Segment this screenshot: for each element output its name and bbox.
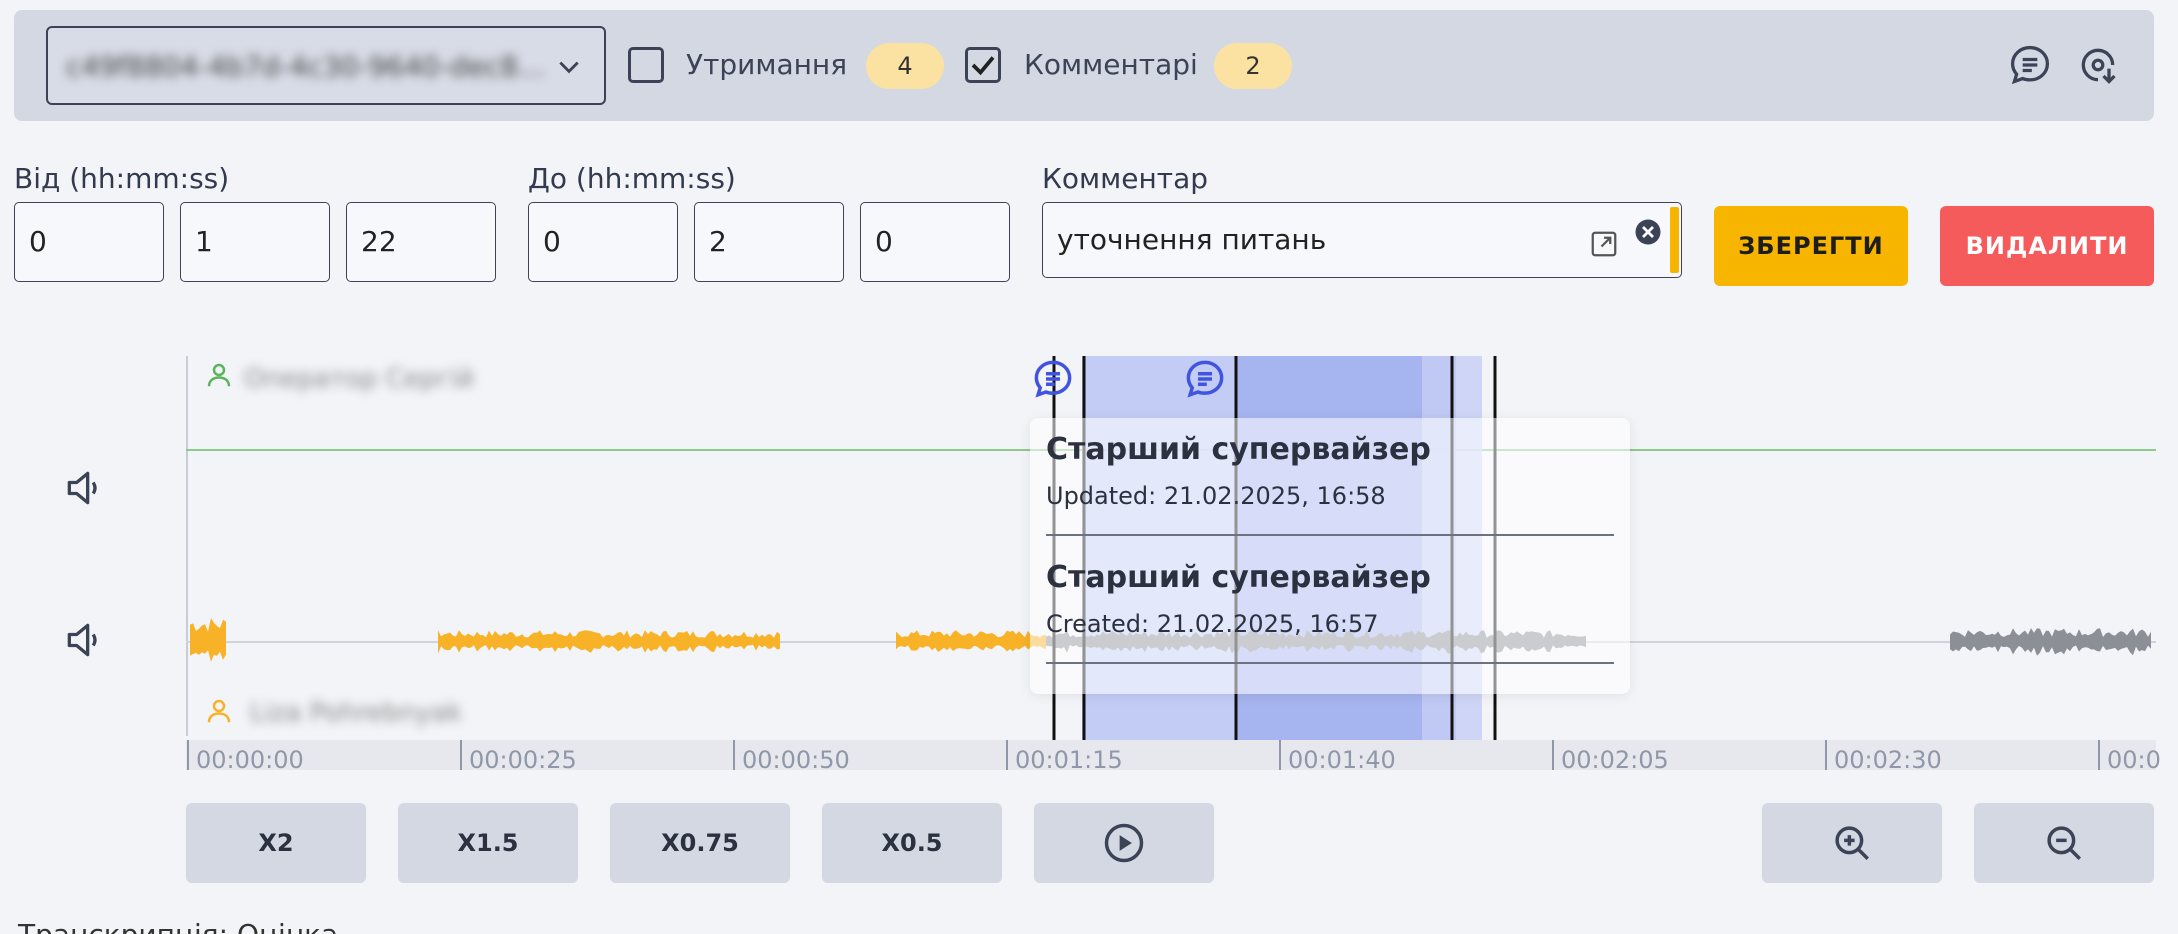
comment-label: Комментар [1042, 162, 1209, 195]
popup-item2-title: Старший супервайзер [1046, 560, 1431, 595]
to-time-label: До (hh:mm:ss) [528, 162, 736, 195]
zoom-out-icon [2047, 826, 2081, 860]
speaker-bottom-icon[interactable] [62, 618, 106, 662]
timeline[interactable]: 00:00:00 00:00:25 00:00:50 00:01:15 00:0… [186, 740, 2161, 774]
comment-marker-icon[interactable] [1032, 358, 1074, 400]
zoom-in-button[interactable] [1762, 803, 1942, 883]
play-button[interactable] [1034, 803, 1214, 883]
to-hours-input[interactable]: 0 [528, 202, 678, 282]
popup-item1-title: Старший супервайзер [1046, 432, 1431, 467]
comments-count-badge: 2 [1214, 43, 1292, 89]
comment-input[interactable]: уточнення питань [1042, 202, 1682, 278]
holds-checkbox[interactable] [628, 47, 664, 83]
save-button[interactable]: ЗБЕРЕГТИ [1714, 206, 1908, 286]
transcription-heading: Транскрипція: Оцінка [18, 918, 338, 934]
timeline-tick-label: 00:01:40 [1288, 746, 1396, 774]
speed-x0-75-button[interactable]: X0.75 [610, 803, 790, 883]
comment-marker-icon[interactable] [1184, 358, 1226, 400]
speaker-top-icon[interactable] [62, 466, 106, 510]
from-hours-input[interactable]: 0 [14, 202, 164, 282]
holds-label: Утримання [686, 48, 848, 81]
zoom-in-icon [1835, 826, 1869, 860]
speed-x2-button[interactable]: X2 [186, 803, 366, 883]
timeline-tick-label: 00:00:25 [469, 746, 577, 774]
download-audio-icon[interactable] [2076, 43, 2120, 87]
timeline-tick-label: 00:00:00 [196, 746, 304, 774]
comments-checkbox[interactable] [965, 47, 1001, 83]
waveform-orange-path [190, 618, 1046, 662]
comments-popup: Старший супервайзер Updated: 21.02.2025,… [1030, 418, 1630, 694]
speed-x0-5-button[interactable]: X0.5 [822, 803, 1002, 883]
person-icon-top [207, 363, 231, 387]
holds-count-badge: 4 [866, 43, 944, 89]
timeline-tick-label: 00:0 [2107, 746, 2161, 774]
timeline-tick-label: 00:02:30 [1834, 746, 1942, 774]
popup-separator [1046, 534, 1614, 536]
from-time-label: Від (hh:mm:ss) [14, 162, 230, 195]
record-select-value: c49f8804-4b7d-4c30-9640-dec8... [66, 50, 545, 83]
to-minutes-input[interactable]: 2 [694, 202, 844, 282]
timeline-tick-label: 00:00:50 [742, 746, 850, 774]
checkmark-icon [971, 56, 995, 76]
comments-label: Комментарі [1024, 48, 1198, 81]
popup-item2-date: Created: 21.02.2025, 16:57 [1046, 610, 1379, 638]
bottom-speaker-name: Liza Pohrebnyak [250, 698, 463, 728]
clear-icon[interactable] [1633, 217, 1663, 247]
zoom-out-button[interactable] [1974, 803, 2154, 883]
timeline-tick-label: 00:02:05 [1561, 746, 1669, 774]
popup-item1-date: Updated: 21.02.2025, 16:58 [1046, 482, 1386, 510]
from-seconds-input[interactable]: 22 [346, 202, 496, 282]
comment-input-value: уточнення питань [1057, 223, 1327, 256]
delete-button[interactable]: ВИДАЛИТИ [1940, 206, 2154, 286]
from-minutes-input[interactable]: 1 [180, 202, 330, 282]
speed-x1-5-button[interactable]: X1.5 [398, 803, 578, 883]
play-icon [1104, 823, 1144, 863]
chevron-down-icon [559, 61, 579, 74]
toolbar: c49f8804-4b7d-4c30-9640-dec8... Утриманн… [14, 10, 2154, 121]
top-speaker-name: Оператор Сергій [244, 364, 475, 394]
record-select[interactable]: c49f8804-4b7d-4c30-9640-dec8... [46, 26, 606, 105]
timeline-tick-label: 00:01:15 [1015, 746, 1123, 774]
popup-separator [1046, 662, 1614, 664]
comment-list-icon[interactable] [2008, 43, 2052, 87]
to-seconds-input[interactable]: 0 [860, 202, 1010, 282]
comment-accent-bar [1670, 207, 1679, 273]
expand-icon[interactable] [1589, 229, 1619, 259]
person-icon-bottom [207, 699, 231, 723]
